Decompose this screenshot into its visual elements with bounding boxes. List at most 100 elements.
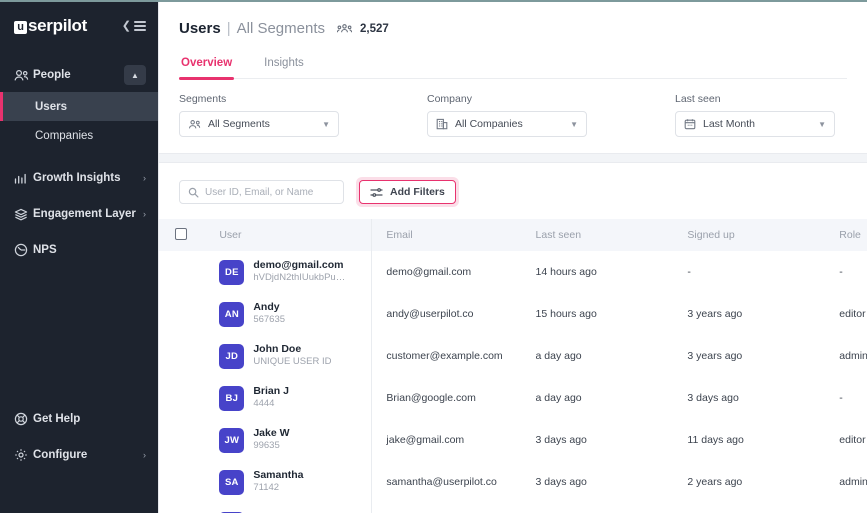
tab-overview[interactable]: Overview bbox=[179, 51, 235, 80]
sidebar-item-label: Engagement Layer bbox=[33, 208, 136, 220]
sidebar-item-get-help[interactable]: Get Help bbox=[0, 401, 158, 437]
sidebar-bottom: Get Help Configure › bbox=[0, 401, 158, 513]
sidebar-item-growth-insights[interactable]: Growth Insights › bbox=[0, 160, 158, 196]
search-icon bbox=[188, 187, 199, 198]
company-select[interactable]: All Companies ▼ bbox=[427, 111, 587, 137]
table-row[interactable]: AN Andy 567635 andy@userpilot.co 15 hour… bbox=[159, 293, 867, 335]
table-row[interactable]: SA Samantha 71142 samantha@userpilot.co … bbox=[159, 461, 867, 503]
cell-signed-up: 11 days ago bbox=[679, 419, 832, 461]
sidebar-brand-actions: ❮ bbox=[122, 19, 146, 34]
user-count: 2,527 bbox=[359, 22, 389, 35]
search-input[interactable] bbox=[205, 186, 335, 198]
cell-role: editor bbox=[831, 419, 867, 461]
add-filters-highlight: Add Filters bbox=[356, 177, 459, 207]
select-all-cell bbox=[159, 219, 202, 251]
cell-signed-up bbox=[679, 503, 832, 513]
filter-segments: Segments All Segments ▼ bbox=[179, 93, 339, 137]
people-icon bbox=[188, 119, 201, 130]
user-text: Andy 567635 bbox=[253, 301, 285, 326]
sidebar-item-people[interactable]: People ▲ bbox=[0, 58, 158, 92]
column-header-user[interactable]: User bbox=[201, 219, 372, 251]
chevron-down-icon: ▼ bbox=[322, 119, 330, 129]
avatar: JD bbox=[219, 343, 245, 369]
user-id: 4444 bbox=[253, 398, 275, 410]
user-cell: JW Jake W 99635 bbox=[219, 427, 363, 453]
cell-role: admin bbox=[831, 461, 867, 503]
row-select-cell bbox=[159, 461, 202, 503]
sliders-icon bbox=[370, 187, 383, 198]
company-value: All Companies bbox=[455, 118, 523, 130]
user-name: demo@gmail.com bbox=[253, 259, 344, 272]
cell-email bbox=[371, 503, 528, 513]
segments-select[interactable]: All Segments ▼ bbox=[179, 111, 339, 137]
hamburger-icon[interactable] bbox=[134, 19, 146, 34]
cell-email: andy@userpilot.co bbox=[371, 293, 528, 335]
avatar: JW bbox=[219, 427, 245, 453]
page-title-main: Users bbox=[179, 20, 221, 37]
avatar: BJ bbox=[219, 385, 245, 411]
row-select-cell bbox=[159, 419, 202, 461]
search-box[interactable] bbox=[179, 180, 344, 204]
gauge-icon bbox=[14, 243, 31, 257]
table-row[interactable]: BJ Brian J 4444 Brian@google.com a day a… bbox=[159, 377, 867, 419]
user-id: 99635 bbox=[253, 440, 280, 452]
select-all-checkbox[interactable] bbox=[175, 227, 187, 240]
user-cell: DE demo@gmail.com hVDjdN2thIUukbPuRvL... bbox=[219, 259, 363, 285]
tab-bar: Overview Insights bbox=[179, 51, 847, 80]
avatar: DE bbox=[219, 259, 245, 285]
table-row[interactable]: JW Jake W 99635 jake@gmail.com 3 days ag… bbox=[159, 419, 867, 461]
table-body: DE demo@gmail.com hVDjdN2thIUukbPuRvL...… bbox=[159, 251, 867, 513]
users-table-scroll[interactable]: User Email Last seen Signed up Role C bbox=[159, 219, 867, 513]
userpilot-logo[interactable]: u serpilot bbox=[14, 16, 87, 36]
user-id: 71142 bbox=[253, 482, 280, 494]
cell-signed-up: 3 days ago bbox=[679, 377, 832, 419]
user-name: Samantha bbox=[253, 469, 304, 482]
row-select-cell bbox=[159, 335, 202, 377]
cell-email: jake@gmail.com bbox=[371, 419, 528, 461]
sidebar-item-label: People bbox=[33, 69, 71, 81]
filter-label: Company bbox=[427, 93, 472, 105]
last-seen-select[interactable]: Last Month ▼ bbox=[675, 111, 835, 137]
cell-user: SA bbox=[201, 503, 372, 513]
table-row[interactable]: SA bbox=[159, 503, 867, 513]
cell-role: - bbox=[831, 251, 867, 293]
chevron-right-icon: › bbox=[143, 450, 146, 460]
column-header-role[interactable]: Role bbox=[831, 219, 867, 251]
avatar: AN bbox=[219, 301, 245, 327]
cell-last-seen: a day ago bbox=[527, 377, 680, 419]
table-head: User Email Last seen Signed up Role C bbox=[159, 219, 867, 251]
filter-company: Company All Companies ▼ bbox=[427, 93, 587, 137]
cell-last-seen bbox=[527, 503, 680, 513]
gear-icon bbox=[14, 448, 31, 462]
layers-icon bbox=[14, 208, 31, 221]
user-id: UNIQUE USER ID bbox=[253, 356, 332, 368]
page-title-segment: All Segments bbox=[236, 20, 325, 37]
sidebar: u serpilot ❮ People ▲ Users Companies Gr… bbox=[0, 2, 159, 513]
cell-signed-up: 3 years ago bbox=[679, 293, 832, 335]
sidebar-section-people: People ▲ Users Companies bbox=[0, 58, 158, 150]
user-name: Brian J bbox=[253, 385, 289, 398]
sidebar-item-companies[interactable]: Companies bbox=[0, 121, 158, 150]
table-row[interactable]: DE demo@gmail.com hVDjdN2thIUukbPuRvL...… bbox=[159, 251, 867, 293]
user-id: hVDjdN2thIUukbPuRvL... bbox=[253, 272, 345, 284]
sidebar-item-nps[interactable]: NPS bbox=[0, 232, 158, 268]
add-filters-button[interactable]: Add Filters bbox=[359, 180, 456, 204]
column-header-last-seen[interactable]: Last seen bbox=[527, 219, 680, 251]
user-text: Jake W 99635 bbox=[253, 427, 289, 452]
chevron-left-icon[interactable]: ❮ bbox=[122, 20, 131, 32]
sidebar-item-engagement-layer[interactable]: Engagement Layer › bbox=[0, 196, 158, 232]
cell-role: editor bbox=[831, 293, 867, 335]
table-row[interactable]: JD John Doe UNIQUE USER ID customer@exam… bbox=[159, 335, 867, 377]
sidebar-item-configure[interactable]: Configure › bbox=[0, 437, 158, 473]
chevron-up-icon[interactable]: ▲ bbox=[124, 65, 146, 85]
user-text: John Doe UNIQUE USER ID bbox=[253, 343, 331, 368]
cell-signed-up: 3 years ago bbox=[679, 335, 832, 377]
sidebar-subitem-label: Companies bbox=[35, 129, 94, 142]
cell-user: BJ Brian J 4444 bbox=[201, 377, 372, 419]
column-header-signed-up[interactable]: Signed up bbox=[679, 219, 832, 251]
sidebar-item-users[interactable]: Users bbox=[0, 92, 158, 121]
tab-insights[interactable]: Insights bbox=[262, 51, 306, 78]
user-cell: SA Samantha 71142 bbox=[219, 469, 363, 495]
cell-email: Brian@google.com bbox=[371, 377, 528, 419]
column-header-email[interactable]: Email bbox=[371, 219, 528, 251]
